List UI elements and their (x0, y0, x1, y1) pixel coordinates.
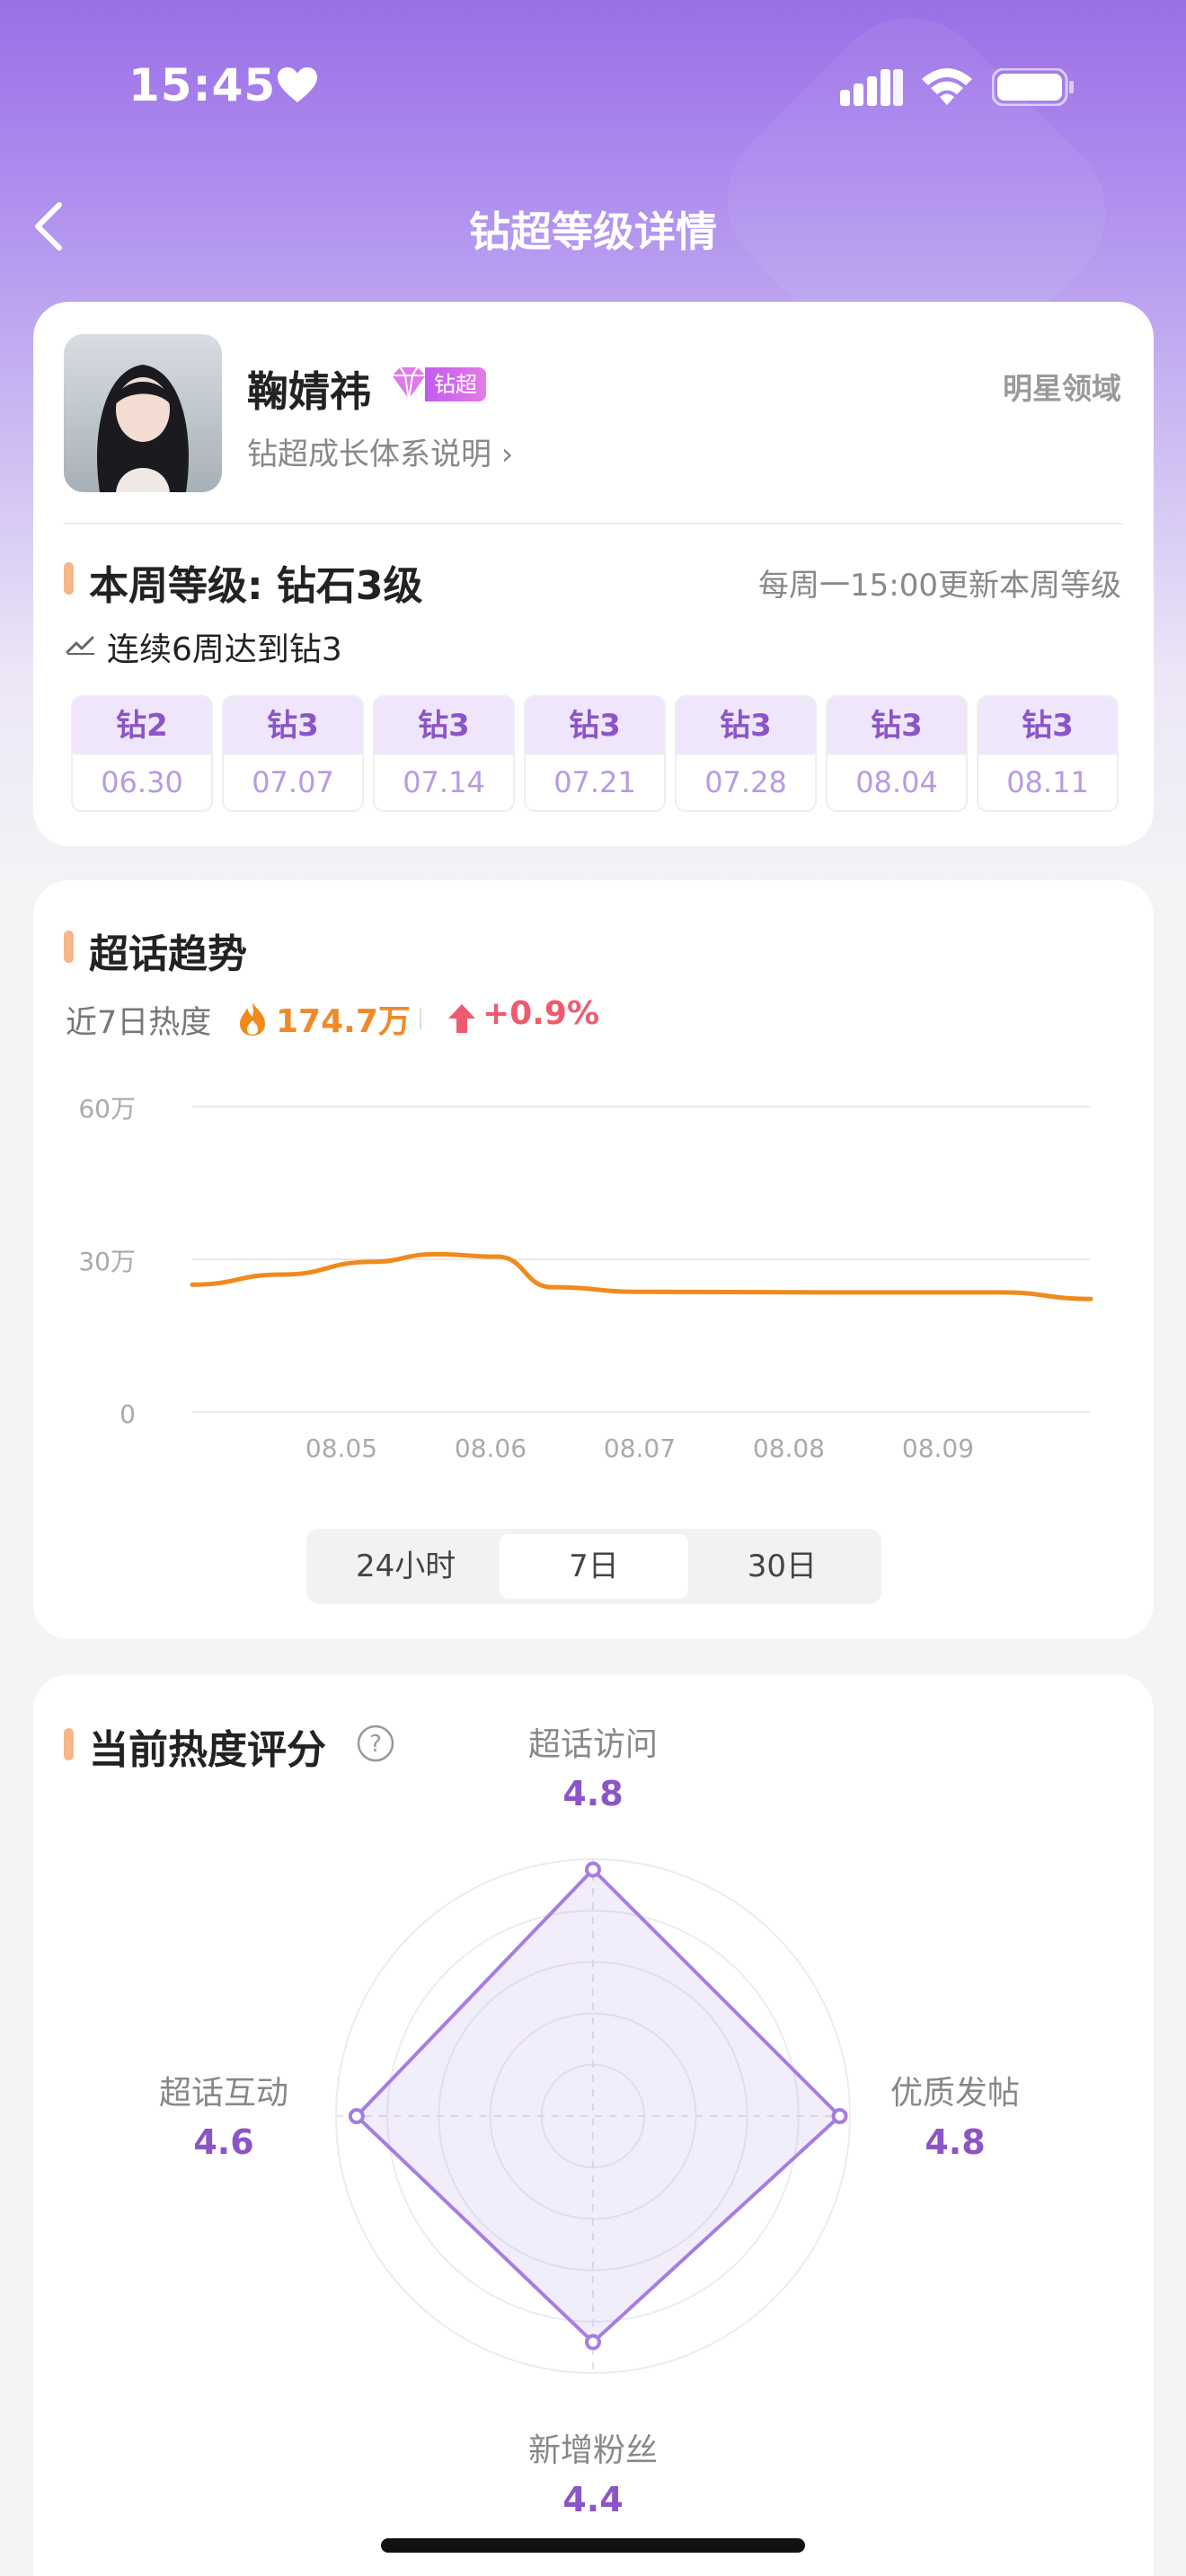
week-level: 钻3 (375, 697, 513, 754)
streak-text: 连续6周达到钻3 (107, 631, 342, 668)
level-card: 鞠婧祎 钻超 钻超成长体系说明 › 明星领域 本周等级: 钻石3级 每周一15:… (33, 302, 1154, 846)
trend-line-chart: 0 30万 60万 08.05 08.06 08.07 08.08 08.09 (78, 1094, 1093, 1463)
week-level: 钻2 (73, 697, 211, 754)
wifi-icon (922, 68, 972, 105)
status-bar: 15:45 (0, 0, 1186, 171)
week-level: 钻3 (224, 697, 362, 754)
week-level: 钻3 (978, 697, 1117, 754)
score-radar-chart: 超话访问 4.8 优质发帖 4.8 新增粉丝 4.4 超话互动 4.6 (159, 1728, 1020, 2519)
week-item: 钻3 07.21 (524, 695, 666, 812)
section-marker (64, 562, 74, 595)
radar-axis-value: 4.8 (562, 1774, 623, 1813)
week-date: 07.28 (704, 765, 787, 799)
week-date: 07.14 (403, 765, 485, 799)
tab-24h[interactable]: 24小时 (312, 1534, 500, 1599)
avatar[interactable] (64, 334, 222, 492)
y-tick-label: 60万 (78, 1094, 136, 1124)
x-tick-label: 08.09 (902, 1434, 974, 1463)
week-date: 08.11 (1006, 765, 1089, 799)
range-tabs: 24小时 7日 30日 (306, 1529, 881, 1604)
cellular-signal-icon (840, 69, 903, 106)
star-name: 鞠婧祎 (247, 367, 371, 416)
section-marker (64, 931, 74, 963)
week-level: 钻3 (828, 697, 966, 754)
divider (64, 523, 1123, 525)
week-item: 钻2 06.30 (71, 695, 213, 812)
radar-axis-label: 超话互动 (159, 2075, 288, 2112)
heat-label: 近7日热度 (66, 1005, 212, 1041)
page-title: 钻超等级详情 (469, 207, 717, 256)
growth-system-link[interactable]: 钻超成长体系说明 › (247, 429, 513, 473)
domain-tag: 明星领域 (1003, 371, 1121, 406)
tab-7d[interactable]: 7日 (500, 1534, 688, 1599)
diamond-badge: 钻超 (385, 366, 486, 402)
y-tick-label: 0 (119, 1399, 136, 1429)
week-level: 钻3 (677, 697, 815, 754)
radar-axis-label: 优质发帖 (890, 2075, 1020, 2112)
week-date: 06.30 (101, 765, 183, 799)
radar-point (348, 2108, 365, 2124)
heat-change: +0.9% (482, 995, 600, 1032)
weekly-levels: 钻2 06.30 钻3 07.07 钻3 07.14 钻3 07.21 钻3 07.28 … (71, 695, 1119, 812)
trend-card: 超话趋势 近7日热度 174.7万 +0.9% 0 30万 60万 08.05 08.0… (33, 880, 1154, 1639)
radar-axis-label: 新增粉丝 (528, 2432, 658, 2469)
score-card: 当前热度评分 ? 超话访问 4.8 优质发帖 4.8 新增粉丝 4.4 超话互动 4.6 (33, 1674, 1154, 2576)
week-item: 钻3 08.04 (826, 695, 968, 812)
week-level: 钻3 (526, 697, 664, 754)
radar-area (354, 1867, 842, 2344)
battery-icon (992, 68, 1074, 106)
x-tick-label: 08.07 (604, 1434, 676, 1463)
radar-point (831, 2108, 848, 2124)
radar-axis-value: 4.8 (925, 2122, 985, 2162)
trend-icon (66, 636, 94, 655)
up-arrow-icon (448, 1004, 475, 1033)
radar-axis-value: 4.6 (193, 2122, 253, 2162)
week-item: 钻3 07.28 (675, 695, 817, 812)
y-tick-label: 30万 (78, 1247, 136, 1276)
heat-value: 174.7万 (276, 1003, 411, 1040)
trend-title: 超话趋势 (89, 931, 247, 977)
week-item: 钻3 07.07 (222, 695, 364, 812)
heart-icon (278, 67, 317, 102)
badge-label: 钻超 (425, 367, 486, 401)
x-tick-label: 08.05 (305, 1434, 377, 1463)
radar-axis-label: 超话访问 (528, 1728, 658, 1763)
week-date: 07.07 (252, 765, 334, 799)
home-indicator (381, 2538, 805, 2553)
week-date: 08.04 (855, 765, 938, 799)
status-time: 15:45 (128, 59, 277, 111)
week-item: 钻3 07.14 (373, 695, 515, 812)
week-date: 07.21 (553, 765, 636, 799)
tab-30d[interactable]: 30日 (688, 1534, 876, 1599)
trend-line (190, 1251, 1093, 1301)
x-tick-label: 08.06 (455, 1434, 527, 1463)
week-item: 钻3 08.11 (977, 695, 1119, 812)
fire-icon (240, 1002, 265, 1036)
x-tick-label: 08.08 (753, 1434, 825, 1463)
radar-point (585, 1861, 601, 1878)
separator (420, 1008, 421, 1029)
week-level-title: 本周等级: 钻石3级 (89, 563, 423, 609)
radar-point (585, 2333, 601, 2351)
radar-axis-value: 4.4 (562, 2480, 623, 2519)
update-note: 每周一15:00更新本周等级 (758, 568, 1121, 604)
